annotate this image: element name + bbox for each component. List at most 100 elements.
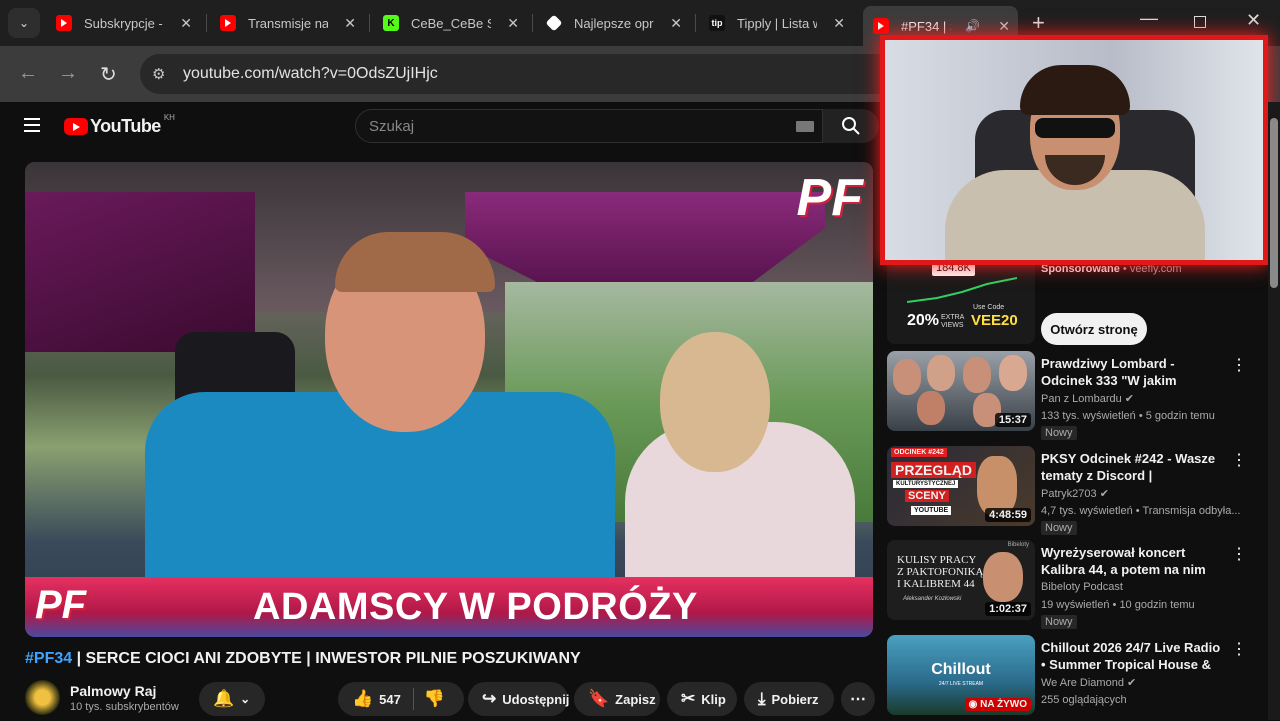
- chevron-down-icon: ⌄: [18, 16, 30, 30]
- curtain-left: [25, 192, 255, 352]
- back-button[interactable]: ←: [18, 62, 38, 85]
- rec-meta: 4,7 tys. wyświetleń • Transmisja odbyła.…: [1041, 505, 1241, 517]
- more-actions-button[interactable]: ⋯: [841, 682, 875, 716]
- window-close-button[interactable]: ✕: [1246, 10, 1261, 31]
- new-badge: Nowy: [1041, 426, 1077, 440]
- tab-tipply[interactable]: tip Tipply | Lista w ✕: [699, 8, 853, 38]
- rec-channel[interactable]: Patryk2703 ✔: [1041, 487, 1109, 500]
- rec-title[interactable]: Chillout 2026 24/7 Live Radio • Summer T…: [1041, 639, 1221, 673]
- tab-title: Najlepsze opr: [574, 15, 654, 31]
- ad-percent: 20%: [907, 312, 940, 329]
- thumb-line: KULISY PRACY: [897, 554, 977, 566]
- thumb-text-block: KULISY PRACY Z PAKTOFONIKĄ I KALIBREM 44: [897, 554, 984, 590]
- channel-label: We Are Diamond: [1041, 677, 1124, 689]
- close-icon[interactable]: ✕: [507, 15, 519, 32]
- rec-thumbnail[interactable]: Chillout 24/7 LIVE STREAM ◉ NA ŻYWO: [887, 635, 1035, 715]
- url-text[interactable]: youtube.com/watch?v=0OdsZUjIHjc: [183, 65, 438, 83]
- chevron-down-icon: ⌄: [240, 692, 251, 706]
- youtube-icon: [873, 18, 889, 34]
- kebab-menu-icon[interactable]: ⋮: [1231, 450, 1247, 470]
- rec-channel[interactable]: Bibeloty Podcast: [1041, 581, 1123, 593]
- scrollbar-thumb[interactable]: [1270, 118, 1278, 288]
- rec-title[interactable]: PKSY Odcinek #242 - Wasze tematy z Disco…: [1041, 450, 1221, 484]
- forward-button[interactable]: →: [58, 62, 78, 85]
- like-count: 547: [379, 691, 401, 707]
- ad-growth-line: [907, 277, 1017, 303]
- kebab-menu-icon[interactable]: ⋮: [1231, 355, 1247, 375]
- page-scrollbar[interactable]: [1268, 102, 1280, 720]
- pf-overlay-logo: PF: [796, 169, 863, 227]
- tab-najlepsze[interactable]: Najlepsze opr ✕: [536, 8, 690, 38]
- channel-name[interactable]: Palmowy Raj: [70, 683, 156, 699]
- video-banner: PF ADAMSCY W PODRÓŻY: [25, 577, 873, 637]
- restore-button[interactable]: [1194, 16, 1206, 28]
- search-button[interactable]: [823, 109, 879, 143]
- channel-label: Patryk2703: [1041, 488, 1097, 500]
- bodybuilder-figure: [977, 456, 1017, 516]
- tab-transmisje[interactable]: Transmisje na ✕: [210, 8, 364, 38]
- rec-title[interactable]: Prawdziwy Lombard - Odcinek 333 "W jakim…: [1041, 355, 1221, 389]
- hashtag-link[interactable]: #PF34: [25, 650, 72, 667]
- video-player[interactable]: PF PF ADAMSCY W PODRÓŻY: [25, 162, 873, 637]
- kebab-menu-icon[interactable]: ⋮: [1231, 639, 1247, 659]
- keyboard-icon[interactable]: [796, 121, 814, 132]
- face-shape: [963, 357, 991, 393]
- rec-channel[interactable]: We Are Diamond ✔: [1041, 676, 1136, 689]
- notification-bell-button[interactable]: 🔔 ⌄: [199, 682, 265, 716]
- youtube-logo[interactable]: YouTube KH: [64, 113, 175, 137]
- reload-button[interactable]: ↻: [100, 62, 117, 87]
- thumb-line: I KALIBREM 44: [897, 578, 975, 590]
- tab-title: Tipply | Lista w: [737, 15, 817, 31]
- woman-head: [660, 332, 770, 472]
- recommendation-item[interactable]: Chillout 24/7 LIVE STREAM ◉ NA ŻYWO Chil…: [887, 635, 1267, 721]
- download-label: Pobierz: [771, 691, 819, 707]
- tab-title: Transmisje na: [248, 15, 328, 31]
- close-icon[interactable]: ✕: [344, 15, 356, 32]
- tab-separator: [369, 14, 370, 32]
- share-button[interactable]: ↪ Udostępnij: [468, 682, 570, 716]
- close-icon[interactable]: ✕: [180, 15, 192, 32]
- tab-search-button[interactable]: ⌄: [8, 8, 40, 38]
- recommendation-item[interactable]: ODCINEK #242 PRZEGLĄD KULTURYSTYCZNEJ SC…: [887, 446, 1267, 535]
- thumb-title: Chillout: [931, 661, 991, 678]
- new-badge: Nowy: [1041, 521, 1077, 535]
- share-label: Udostępnij: [502, 691, 570, 707]
- dislike-button[interactable]: 👎: [424, 689, 445, 709]
- rec-thumbnail[interactable]: ODCINEK #242 PRZEGLĄD KULTURYSTYCZNEJ SC…: [887, 446, 1035, 526]
- close-icon[interactable]: ✕: [998, 18, 1010, 35]
- address-bar[interactable]: ⚙ youtube.com/watch?v=0OdsZUjIHjc: [140, 54, 900, 94]
- rec-thumbnail[interactable]: 15:37: [887, 351, 1035, 431]
- kebab-menu-icon[interactable]: ⋮: [1231, 544, 1247, 564]
- site-info-icon[interactable]: ⚙: [152, 65, 172, 83]
- tab-separator: [532, 14, 533, 32]
- minimize-button[interactable]: —: [1140, 8, 1158, 29]
- rec-title[interactable]: Wyreżyserował koncert Kalibra 44, a pote…: [1041, 544, 1221, 578]
- speaker-icon[interactable]: 🔊: [965, 19, 980, 33]
- save-button[interactable]: 🔖 Zapisz: [574, 682, 660, 716]
- rec-meta: 133 tys. wyświetleń • 5 godzin temu: [1041, 410, 1215, 422]
- search-input[interactable]: Szukaj: [355, 109, 823, 143]
- face-shape: [927, 355, 955, 391]
- like-button[interactable]: 👍 547: [338, 689, 401, 709]
- close-icon[interactable]: ✕: [833, 15, 845, 32]
- tab-title: Subskrypcje -: [84, 15, 163, 31]
- channel-avatar[interactable]: [25, 680, 60, 715]
- bookmark-icon: 🔖: [588, 689, 610, 708]
- face-shape: [917, 391, 945, 425]
- rec-thumbnail[interactable]: KULISY PRACY Z PAKTOFONIKĄ I KALIBREM 44…: [887, 540, 1035, 620]
- thumb-scene: SCENY: [905, 490, 949, 502]
- ad-open-button[interactable]: Otwórz stronę: [1041, 313, 1147, 345]
- tipply-icon: tip: [709, 15, 725, 31]
- face-shape: [893, 359, 921, 395]
- rec-channel[interactable]: Pan z Lombardu ✔: [1041, 392, 1134, 405]
- tab-separator: [206, 14, 207, 32]
- recommendation-item[interactable]: 15:37 Prawdziwy Lombard - Odcinek 333 "W…: [887, 351, 1267, 440]
- download-button[interactable]: ⤓ Pobierz: [744, 682, 834, 716]
- hamburger-menu-icon[interactable]: [24, 118, 40, 132]
- tab-kick[interactable]: K CeBe_CeBe St ✕: [373, 8, 527, 38]
- clip-button[interactable]: ✂ Klip: [667, 682, 737, 716]
- close-icon[interactable]: ✕: [670, 15, 682, 32]
- tab-subskrypcje[interactable]: Subskrypcje - ✕: [46, 8, 200, 38]
- recommendation-item[interactable]: KULISY PRACY Z PAKTOFONIKĄ I KALIBREM 44…: [887, 540, 1267, 629]
- new-tab-button[interactable]: +: [1032, 10, 1045, 36]
